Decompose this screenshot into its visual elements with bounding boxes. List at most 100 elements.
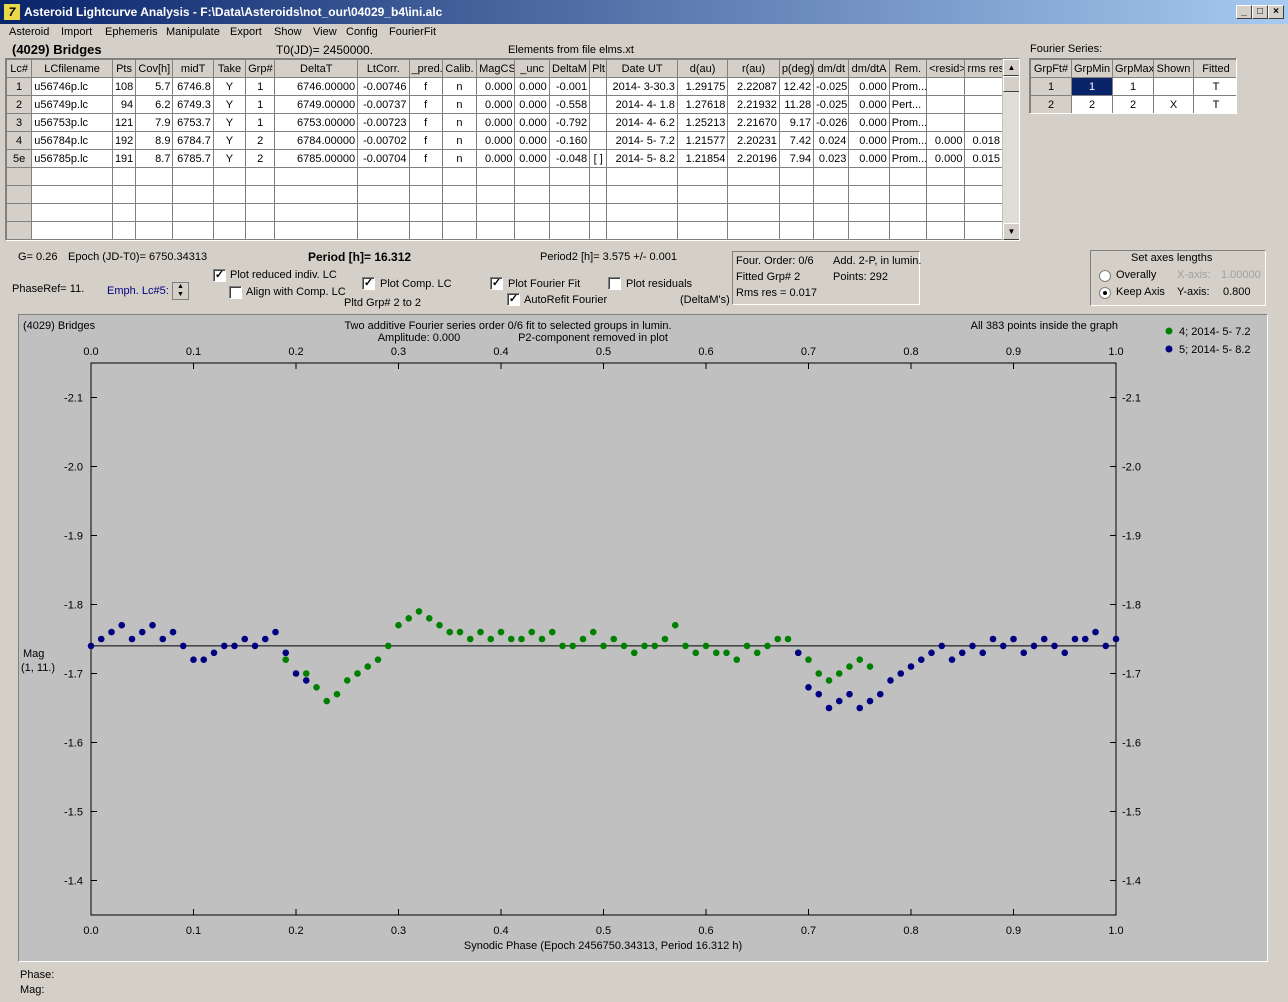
table-cell[interactable] xyxy=(408,185,443,204)
table-cell[interactable]: -0.00723 xyxy=(357,113,410,132)
table-cell[interactable] xyxy=(589,95,608,114)
table-cell[interactable]: Y xyxy=(212,131,247,150)
table-row[interactable]: 4 u56784p.lc 192 8.9 6784.7 Y 2 6784.00000 -0.00… xyxy=(6,131,1003,150)
align-comp-checkbox[interactable] xyxy=(229,286,242,299)
table-cell[interactable] xyxy=(778,185,815,204)
table-cell[interactable]: 6749.00000 xyxy=(274,95,359,114)
menu-ephemeris[interactable]: Ephemeris xyxy=(105,26,158,38)
lc-col-header[interactable]: dm/dtA xyxy=(848,59,890,78)
table-cell[interactable] xyxy=(274,203,359,222)
table-cell[interactable]: 94 xyxy=(111,95,137,114)
table-cell[interactable]: 1 xyxy=(245,113,276,132)
fourier-cell[interactable]: 2 xyxy=(1112,95,1154,113)
table-cell[interactable]: 1.21854 xyxy=(676,149,729,168)
menu-import[interactable]: Import xyxy=(61,26,92,38)
lc-col-header[interactable]: _pred. xyxy=(408,59,443,78)
table-cell[interactable] xyxy=(111,203,137,222)
table-cell[interactable] xyxy=(172,167,214,186)
table-cell[interactable] xyxy=(514,221,550,240)
table-cell[interactable] xyxy=(408,221,443,240)
table-cell[interactable]: 1 xyxy=(245,77,276,96)
table-cell[interactable]: 2 xyxy=(245,149,276,168)
table-cell[interactable] xyxy=(135,203,174,222)
fourier-col-header[interactable]: GrpFt# xyxy=(1030,59,1072,78)
table-cell[interactable]: 0.000 xyxy=(476,131,516,150)
fourier-col-header[interactable]: Fitted xyxy=(1193,59,1236,78)
table-cell[interactable] xyxy=(441,185,478,204)
table-cell[interactable]: 0.000 xyxy=(514,77,550,96)
table-cell[interactable]: -0.160 xyxy=(548,131,591,150)
table-cell[interactable]: 6753.7 xyxy=(172,113,214,132)
table-cell[interactable] xyxy=(606,167,678,186)
table-cell[interactable] xyxy=(778,203,815,222)
table-cell[interactable]: 0.018 xyxy=(964,131,1003,150)
table-cell[interactable] xyxy=(274,167,359,186)
table-cell[interactable] xyxy=(476,185,516,204)
table-cell[interactable]: f xyxy=(408,95,443,114)
table-cell[interactable] xyxy=(6,203,33,222)
fourier-cell[interactable]: T xyxy=(1193,95,1236,113)
fourier-row[interactable]: 222XT xyxy=(1030,95,1236,113)
table-cell[interactable]: 2.20231 xyxy=(727,131,780,150)
table-cell[interactable]: -0.792 xyxy=(548,113,591,132)
table-cell[interactable]: 5.7 xyxy=(135,77,174,96)
table-cell[interactable] xyxy=(476,167,516,186)
lc-col-header[interactable]: DeltaT xyxy=(274,59,359,78)
table-cell[interactable]: 2014- 3-30.3 xyxy=(606,77,678,96)
lc-col-header[interactable]: Rem. xyxy=(888,59,928,78)
table-cell[interactable]: 7.42 xyxy=(778,131,815,150)
table-cell[interactable] xyxy=(589,77,608,96)
table-row[interactable]: 5e u56785p.lc 191 8.7 6785.7 Y 2 6785.00000 -0.0… xyxy=(6,149,1003,168)
table-cell[interactable]: 1 xyxy=(6,77,33,96)
table-cell[interactable] xyxy=(357,167,410,186)
table-cell[interactable]: Prom... xyxy=(888,131,928,150)
table-cell[interactable] xyxy=(245,185,276,204)
table-cell[interactable]: 191 xyxy=(111,149,137,168)
table-cell[interactable]: Prom... xyxy=(888,149,928,168)
menu-asteroid[interactable]: Asteroid xyxy=(9,26,49,38)
table-cell[interactable]: 2 xyxy=(6,95,33,114)
y-axis-value[interactable]: 0.800 xyxy=(1223,286,1251,298)
table-cell[interactable] xyxy=(548,185,591,204)
table-cell[interactable] xyxy=(274,185,359,204)
lc-col-header[interactable]: rms res xyxy=(964,59,1003,78)
lc-col-header[interactable]: d(au) xyxy=(676,59,729,78)
autorefit-checkbox[interactable]: ✓ xyxy=(507,293,520,306)
table-cell[interactable]: 2014- 5- 7.2 xyxy=(606,131,678,150)
table-cell[interactable] xyxy=(441,203,478,222)
fourier-cell[interactable] xyxy=(1153,77,1194,96)
table-cell[interactable]: 6784.00000 xyxy=(274,131,359,150)
table-cell[interactable]: [ ] xyxy=(589,149,608,168)
table-row-empty[interactable] xyxy=(6,203,1003,222)
table-cell[interactable]: 0.000 xyxy=(476,149,516,168)
table-cell[interactable]: 0.000 xyxy=(848,131,890,150)
table-cell[interactable]: 8.7 xyxy=(135,149,174,168)
table-cell[interactable] xyxy=(589,167,608,186)
table-cell[interactable] xyxy=(6,185,33,204)
lc-col-header[interactable]: Grp# xyxy=(245,59,276,78)
table-cell[interactable] xyxy=(848,185,890,204)
table-cell[interactable] xyxy=(111,167,137,186)
table-cell[interactable]: f xyxy=(408,77,443,96)
table-cell[interactable] xyxy=(476,221,516,240)
table-cell[interactable] xyxy=(676,221,729,240)
table-cell[interactable]: 0.024 xyxy=(813,131,850,150)
lc-col-header[interactable]: _unc xyxy=(514,59,550,78)
table-cell[interactable]: 108 xyxy=(111,77,137,96)
table-cell[interactable]: 6.2 xyxy=(135,95,174,114)
table-row-empty[interactable] xyxy=(6,185,1003,204)
table-cell[interactable]: n xyxy=(441,113,478,132)
table-cell[interactable]: 0.000 xyxy=(476,113,516,132)
maximize-button[interactable]: □ xyxy=(1252,5,1268,19)
table-cell[interactable]: -0.00702 xyxy=(357,131,410,150)
fourier-cell[interactable]: 1 xyxy=(1071,77,1113,96)
table-cell[interactable] xyxy=(727,167,780,186)
table-cell[interactable] xyxy=(274,221,359,240)
table-row[interactable]: 3 u56753p.lc 121 7.9 6753.7 Y 1 6753.00000 -0.00… xyxy=(6,113,1003,132)
table-cell[interactable] xyxy=(172,221,214,240)
lc-col-header[interactable]: midT xyxy=(172,59,214,78)
table-cell[interactable] xyxy=(606,185,678,204)
table-cell[interactable]: Y xyxy=(212,77,247,96)
table-cell[interactable]: 6746.00000 xyxy=(274,77,359,96)
table-cell[interactable] xyxy=(212,167,247,186)
